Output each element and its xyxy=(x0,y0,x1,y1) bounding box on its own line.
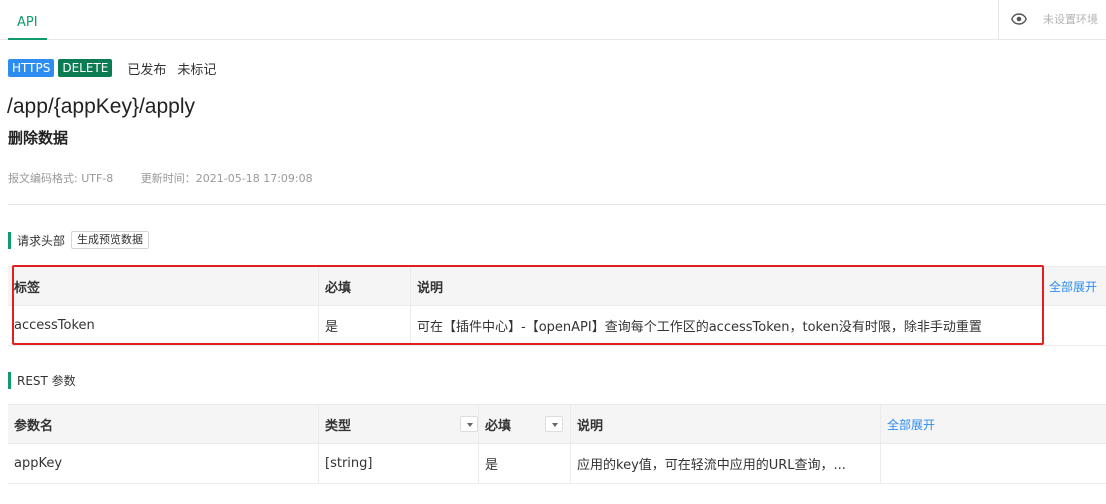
top-bar: API 未设置环境 xyxy=(0,0,1106,40)
rest-col-required-cell: 必填 xyxy=(478,405,570,443)
table-row: appKey [string] 是 应用的key值，可在轻流中应用的URL查询，… xyxy=(8,444,1106,484)
type-filter-dropdown-icon[interactable] xyxy=(460,416,478,432)
updated-info: 更新时间：2021-05-18 17:09:08 xyxy=(140,172,313,185)
header-col-desc: 说明 xyxy=(410,267,1042,305)
rest-section-title: REST 参数 xyxy=(8,371,76,389)
rest-expand-all-cell: 全部展开 xyxy=(880,405,1106,443)
row-extra xyxy=(1042,306,1106,345)
rest-col-type: 类型 xyxy=(325,418,352,434)
api-path: /app/{appKey}/apply xyxy=(7,95,195,118)
api-badges: HTTPS DELETE 已发布 未标记 xyxy=(8,59,217,78)
headers-expand-all-link[interactable]: 全部展开 xyxy=(1049,278,1097,295)
rest-expand-all-link[interactable]: 全部展开 xyxy=(887,416,935,433)
header-col-required: 必填 xyxy=(318,267,410,305)
header-col-tag: 标签 xyxy=(14,280,41,296)
headers-table: 标签 必填 说明 全部展开 accessToken 是 可在【插件中心】-【op… xyxy=(8,266,1106,346)
publish-status: 已发布 xyxy=(127,62,167,78)
section-bar xyxy=(8,231,11,249)
row-tag: accessToken xyxy=(14,318,95,333)
rest-col-required: 必填 xyxy=(485,418,512,434)
required-filter-dropdown-icon[interactable] xyxy=(545,416,563,432)
divider xyxy=(8,204,1106,205)
environment-label: 未设置环境 xyxy=(1043,13,1098,26)
generate-preview-button[interactable]: 生成预览数据 xyxy=(71,231,150,249)
headers-table-header: 标签 必填 说明 全部展开 xyxy=(8,266,1106,306)
rest-col-type-cell: 类型 xyxy=(318,405,478,443)
rest-section-label: REST 参数 xyxy=(17,373,76,388)
rest-row-name: appKey xyxy=(14,456,63,471)
rest-col-name: 参数名 xyxy=(14,418,54,434)
headers-section-label: 请求头部 xyxy=(17,233,66,248)
method-badge: DELETE xyxy=(58,59,113,77)
eye-icon xyxy=(1011,13,1027,25)
section-bar xyxy=(8,371,11,389)
protocol-badge: HTTPS xyxy=(8,59,55,77)
encoding-info: 报文编码格式: UTF-8 xyxy=(8,172,114,185)
rest-row-extra xyxy=(880,444,1106,483)
headers-expand-all-cell: 全部展开 xyxy=(1042,267,1106,305)
mark-status: 未标记 xyxy=(177,62,217,78)
rest-col-desc: 说明 xyxy=(570,405,880,443)
rest-row-desc: 应用的key值，可在轻流中应用的URL查询，... xyxy=(570,444,880,483)
rest-row-required: 是 xyxy=(478,444,570,483)
tab-api[interactable]: API xyxy=(8,0,47,40)
api-title: 删除数据 xyxy=(8,129,69,147)
rest-table-header: 参数名 类型 必填 说明 全部展开 xyxy=(8,404,1106,444)
api-meta: 报文编码格式: UTF-8 更新时间：2021-05-18 17:09:08 xyxy=(8,170,337,186)
rest-table: 参数名 类型 必填 说明 全部展开 appKey [string] 是 应用的k… xyxy=(8,404,1106,484)
row-required: 是 xyxy=(318,306,410,345)
rest-row-type: [string] xyxy=(318,444,478,483)
row-desc: 可在【插件中心】-【openAPI】查询每个工作区的accessToken，to… xyxy=(410,306,1042,345)
headers-section-title: 请求头部 生成预览数据 xyxy=(8,231,150,249)
table-row: accessToken 是 可在【插件中心】-【openAPI】查询每个工作区的… xyxy=(8,306,1106,346)
environment-selector[interactable]: 未设置环境 xyxy=(998,0,1106,40)
